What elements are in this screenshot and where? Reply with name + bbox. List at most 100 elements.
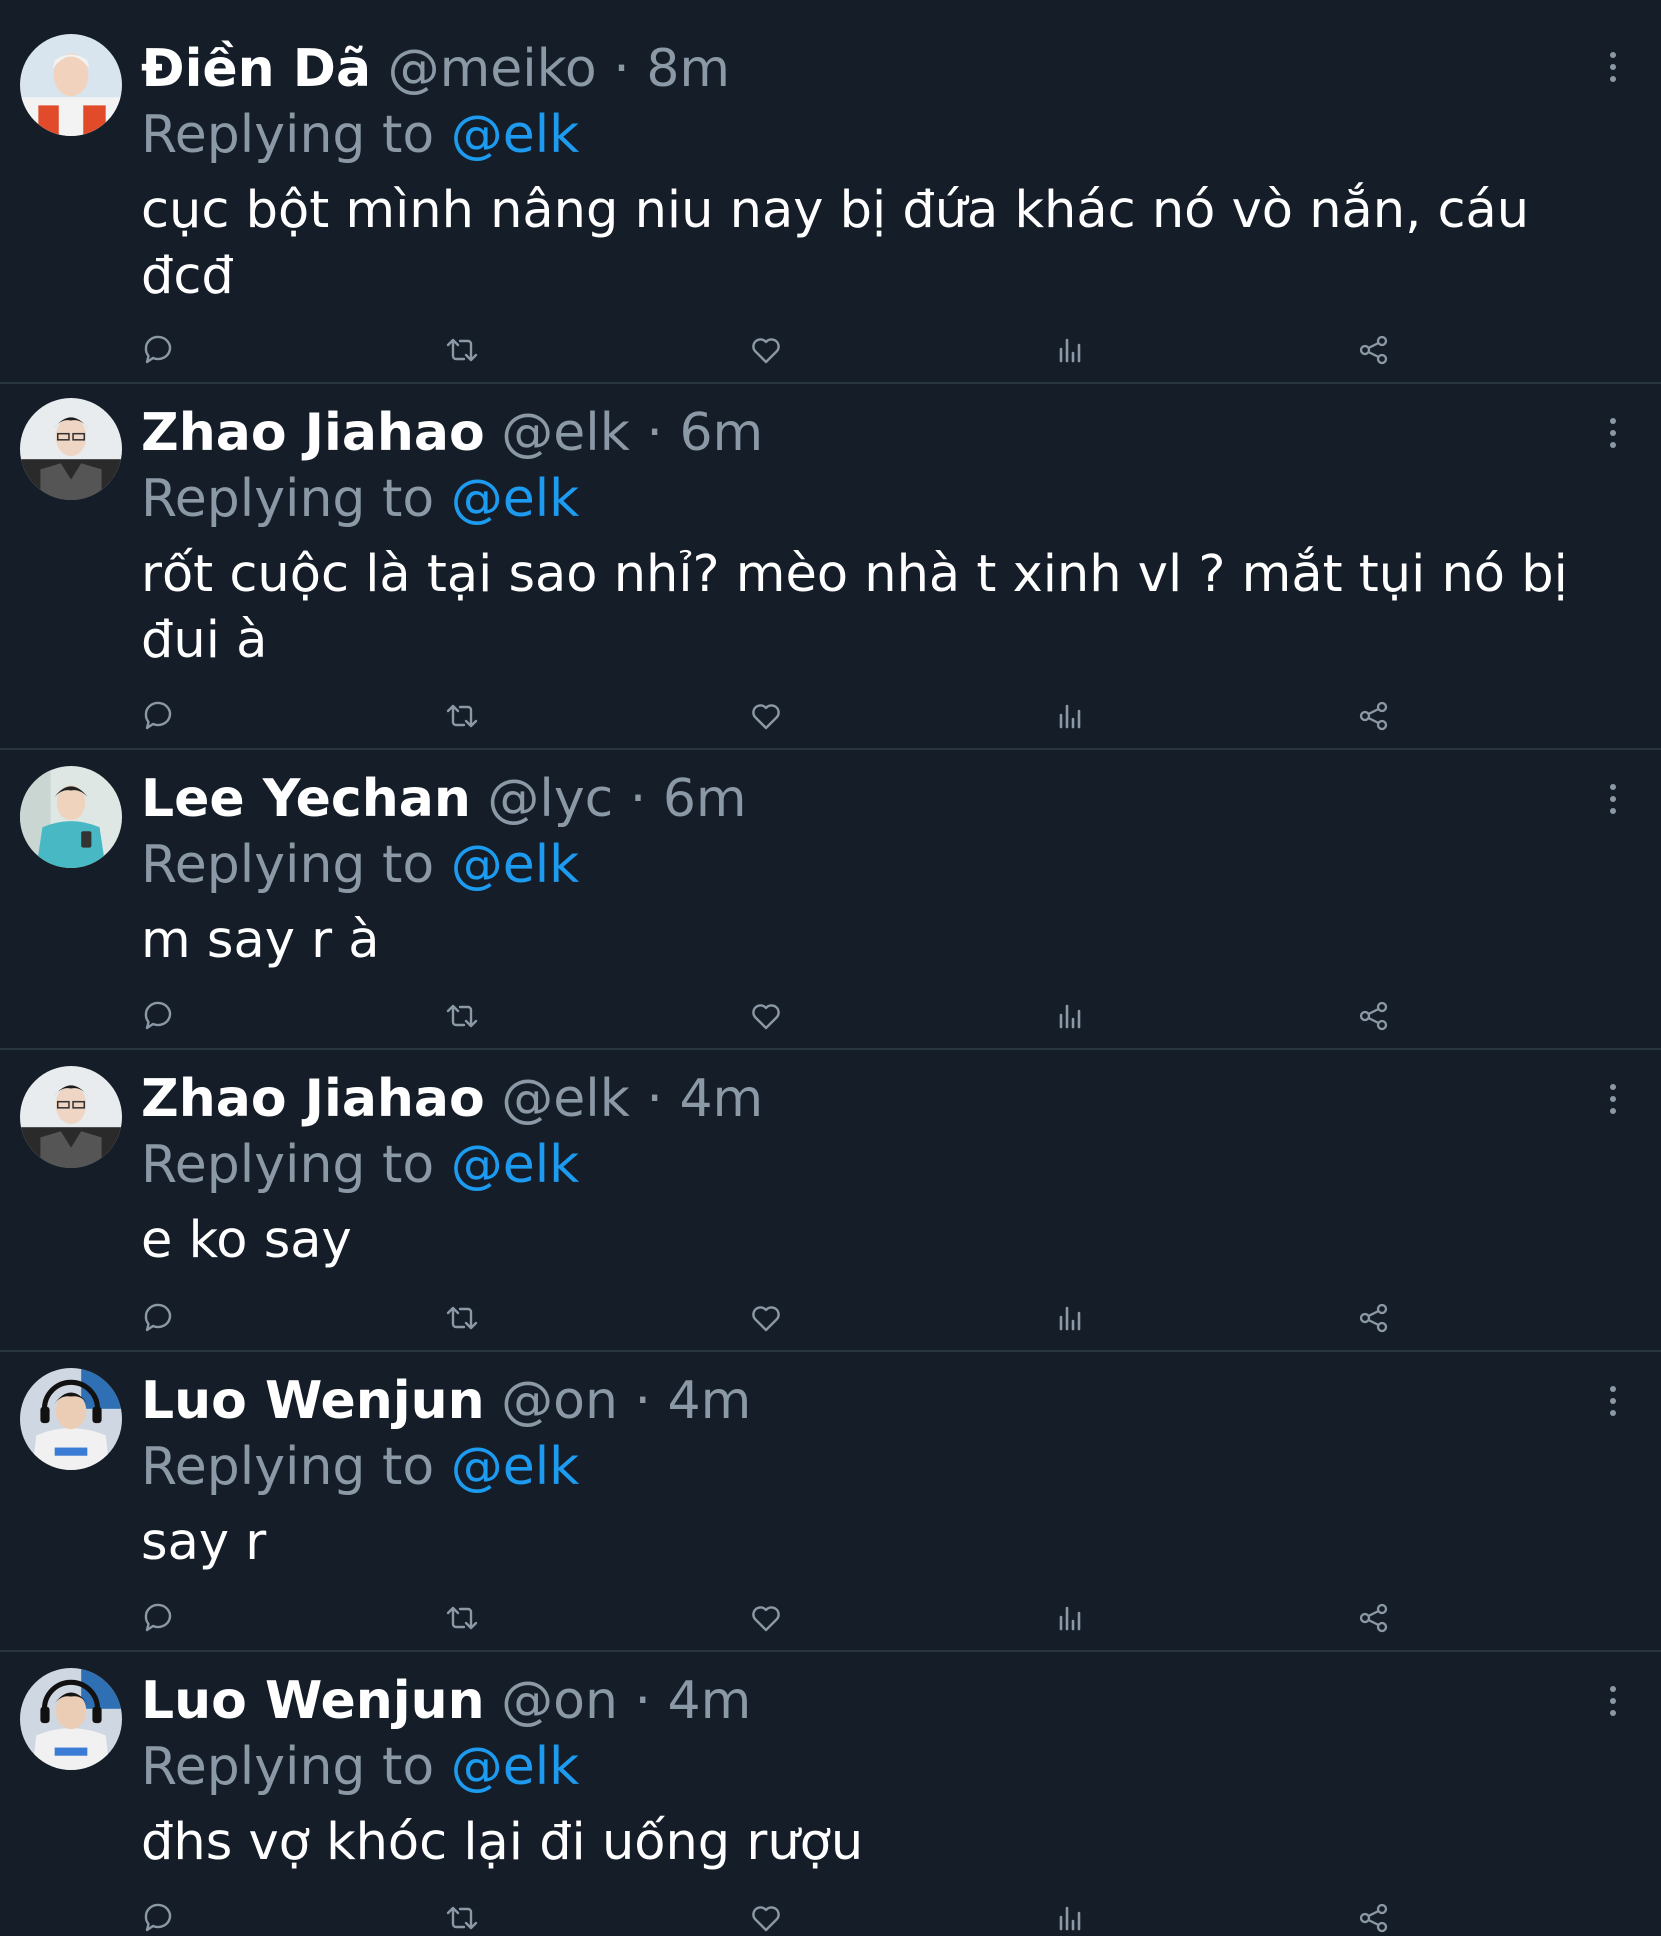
share-icon[interactable] [1356,1300,1392,1336]
retweet-icon[interactable] [444,698,480,734]
tweet-header: Zhao Jiahao @elk · 4m [141,1068,763,1130]
tweet-text: m say r à [141,911,380,970]
views-icon[interactable] [1052,1900,1088,1936]
author-name[interactable]: Điền Dã [141,39,371,99]
tweet-text: đhs vợ khóc lại đi uống rượu [141,1813,864,1872]
avatar[interactable] [20,1668,122,1770]
author-handle[interactable]: @meiko [388,39,597,99]
views-icon[interactable] [1052,1300,1088,1336]
replying-to-handle[interactable]: @elk [451,1737,580,1797]
more-options-icon[interactable] [1602,1082,1624,1116]
author-name[interactable]: Luo Wenjun [141,1371,485,1431]
timestamp[interactable]: 4m [668,1371,752,1431]
tweet-item[interactable]: Zhao Jiahao @elk · 4m Replying to @elk e… [0,1050,1661,1352]
author-name[interactable]: Lee Yechan [141,769,471,829]
replying-to-label: Replying to [141,105,435,165]
retweet-icon[interactable] [444,1600,480,1636]
separator-dot: · [634,1671,652,1731]
replying-to-handle[interactable]: @elk [451,835,580,895]
like-icon[interactable] [748,698,784,734]
separator-dot: · [646,1069,663,1129]
retweet-icon[interactable] [444,998,480,1034]
action-bar [140,332,1400,368]
reply-icon[interactable] [140,1900,176,1936]
reply-icon[interactable] [140,1600,176,1636]
tweet-text: cục bột mình nâng niu nay bị đứa khác nó… [141,181,1530,306]
views-icon[interactable] [1052,998,1088,1034]
like-icon[interactable] [748,332,784,368]
replying-to-handle[interactable]: @elk [451,469,580,529]
avatar[interactable] [20,766,122,868]
avatar[interactable] [20,1066,122,1168]
avatar[interactable] [20,398,122,500]
author-name[interactable]: Luo Wenjun [141,1671,485,1731]
share-icon[interactable] [1356,998,1392,1034]
author-handle[interactable]: @on [501,1671,618,1731]
timestamp[interactable]: 6m [663,769,747,829]
avatar[interactable] [20,34,122,136]
replying-to-line: Replying to @elk [141,1134,579,1196]
retweet-icon[interactable] [444,332,480,368]
avatar[interactable] [20,1368,122,1470]
share-icon[interactable] [1356,1600,1392,1636]
like-icon[interactable] [748,1900,784,1936]
timestamp[interactable]: 4m [668,1671,752,1731]
reply-icon[interactable] [140,698,176,734]
like-icon[interactable] [748,1600,784,1636]
separator-dot: · [634,1371,652,1431]
replying-to-label: Replying to [141,469,435,529]
tweet-header: Điền Dã @meiko · 8m [141,38,730,100]
tweet-item[interactable]: Luo Wenjun @on · 4m Replying to @elk đhs… [0,1652,1661,1933]
separator-dot: · [629,769,647,829]
replying-to-handle[interactable]: @elk [451,1437,580,1497]
action-bar [140,1900,1400,1936]
more-options-icon[interactable] [1602,1384,1624,1418]
tweet-header: Luo Wenjun @on · 4m [141,1670,751,1732]
timestamp[interactable]: 8m [646,39,730,99]
retweet-icon[interactable] [444,1900,480,1936]
like-icon[interactable] [748,1300,784,1336]
retweet-icon[interactable] [444,1300,480,1336]
author-name[interactable]: Zhao Jiahao [141,1069,485,1129]
views-icon[interactable] [1052,1600,1088,1636]
separator-dot: · [646,403,663,463]
views-icon[interactable] [1052,698,1088,734]
tweet-item[interactable]: Luo Wenjun @on · 4m Replying to @elk say… [0,1352,1661,1652]
replying-to-handle[interactable]: @elk [451,105,580,165]
tweet-header: Luo Wenjun @on · 4m [141,1370,751,1432]
share-icon[interactable] [1356,698,1392,734]
tweet-item[interactable]: Lee Yechan @lyc · 6m Replying to @elk m … [0,750,1661,1050]
replying-to-line: Replying to @elk [141,1736,579,1798]
replying-to-label: Replying to [141,835,435,895]
share-icon[interactable] [1356,332,1392,368]
author-handle[interactable]: @lyc [487,769,613,829]
share-icon[interactable] [1356,1900,1392,1936]
reply-icon[interactable] [140,998,176,1034]
tweet-text: say r [141,1513,267,1572]
replying-to-label: Replying to [141,1135,435,1195]
replying-to-handle[interactable]: @elk [451,1135,580,1195]
more-options-icon[interactable] [1602,416,1624,450]
action-bar [140,698,1400,734]
tweet-item[interactable]: Điền Dã @meiko · 8m Replying to @elk cục… [0,0,1661,384]
reply-icon[interactable] [140,332,176,368]
author-handle[interactable]: @on [501,1371,618,1431]
reply-icon[interactable] [140,1300,176,1336]
more-options-icon[interactable] [1602,1684,1624,1718]
author-name[interactable]: Zhao Jiahao [141,403,485,463]
replying-to-label: Replying to [141,1737,435,1797]
tweet-text: e ko say [141,1211,352,1270]
views-icon[interactable] [1052,332,1088,368]
like-icon[interactable] [748,998,784,1034]
author-handle[interactable]: @elk [501,1069,630,1129]
timestamp[interactable]: 4m [679,1069,763,1129]
replying-to-line: Replying to @elk [141,834,579,896]
action-bar [140,1600,1400,1636]
replying-to-label: Replying to [141,1437,435,1497]
action-bar [140,1300,1400,1336]
more-options-icon[interactable] [1602,50,1624,84]
author-handle[interactable]: @elk [501,403,630,463]
more-options-icon[interactable] [1602,782,1624,816]
tweet-item[interactable]: Zhao Jiahao @elk · 6m Replying to @elk r… [0,384,1661,750]
timestamp[interactable]: 6m [679,403,763,463]
